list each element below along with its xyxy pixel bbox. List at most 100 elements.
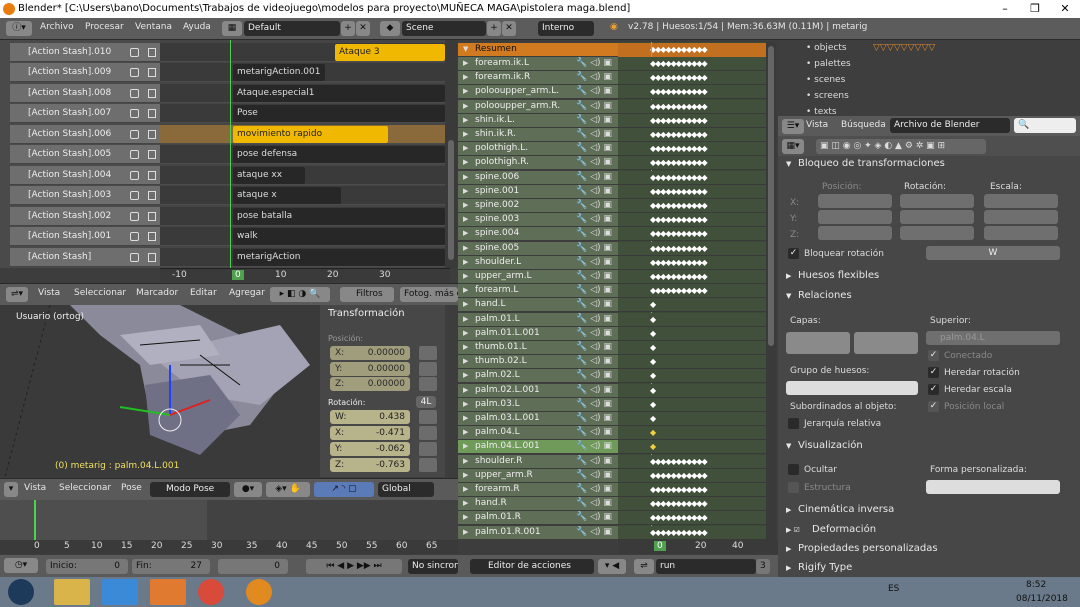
channel-toggle-icons[interactable]: 🔧 ◁) ▣ (576, 455, 612, 468)
lock-scale-y[interactable] (984, 210, 1058, 224)
speaker-icon[interactable] (130, 109, 139, 118)
keyframe-markers[interactable]: ◆ (650, 400, 656, 409)
channel-toggle-icons[interactable]: 🔧 ◁) ▣ (576, 369, 612, 382)
dopesheet-channel[interactable]: ▶ forearm.R 🔧 ◁) ▣ (458, 483, 618, 497)
dopesheet-channel[interactable]: ▶ thumb.02.L 🔧 ◁) ▣ (458, 355, 618, 370)
display-mode-select[interactable]: Archivo de Blender (890, 118, 1010, 133)
expand-icon[interactable]: ▶ (463, 327, 468, 340)
expand-icon[interactable]: ▶ (463, 128, 468, 141)
scene-select[interactable]: Scene (402, 21, 486, 36)
keyframe-markers[interactable]: ◆ (650, 428, 656, 437)
dopesheet-channel[interactable]: ▶ shoulder.R 🔧 ◁) ▣ (458, 454, 618, 469)
minimize-button[interactable]: – (990, 0, 1020, 18)
nla-channel[interactable]: [Action Stash].001 (10, 227, 160, 246)
expand-icon[interactable]: ▶ (463, 398, 468, 411)
menu-agregar[interactable]: Agregar (229, 288, 265, 298)
filters-button[interactable]: Filtros (340, 287, 394, 302)
keyframe-markers[interactable]: ◆◆◆◆◆◆◆◆◆◆◆ (650, 144, 708, 153)
keyframe-markers[interactable]: ◆ (650, 442, 656, 451)
timeline-area[interactable] (0, 500, 458, 540)
expand-icon[interactable]: ▶ (463, 227, 468, 240)
section-visualizacion[interactable]: ▼ Visualización (778, 436, 1068, 456)
expand-icon[interactable]: ▶ (463, 71, 468, 84)
speaker-icon[interactable] (130, 171, 139, 180)
rotation-z-field[interactable]: Z: -0.763 (330, 458, 410, 472)
add-layout-button[interactable]: + (341, 21, 355, 36)
expand-icon[interactable]: ▶ (463, 341, 468, 354)
dopesheet-channel[interactable]: ▶ upper_arm.R 🔧 ◁) ▣ (458, 468, 618, 483)
dopesheet-channel[interactable]: ▶ thumb.01.L 🔧 ◁) ▣ (458, 341, 618, 355)
expand-icon[interactable]: ▶ (463, 100, 468, 113)
expand-icon[interactable]: ▶ (463, 85, 468, 98)
lock-location-y[interactable] (818, 210, 892, 224)
nla-channel[interactable]: [Action Stash] (10, 248, 160, 267)
dopesheet-channel[interactable]: ▶ palm.01.L.001 🔧 ◁) ▣ (458, 326, 618, 341)
expand-icon[interactable]: ▶ (463, 412, 468, 425)
manipulator-buttons[interactable]: ↗ ◝ ▢ (314, 482, 374, 497)
lock-rotation-x[interactable] (900, 194, 974, 208)
expand-icon[interactable]: ▶ (463, 270, 468, 283)
file-explorer-icon[interactable] (54, 579, 90, 605)
lock-rotation-y[interactable] (900, 210, 974, 224)
menu-seleccionar[interactable]: Seleccionar (74, 288, 126, 298)
channel-toggle-icons[interactable]: 🔧 ◁) ▣ (576, 313, 612, 326)
dopesheet-scrollbar[interactable] (766, 42, 776, 542)
keyframe-markers[interactable]: ◆◆◆◆◆◆◆◆◆◆◆ (650, 215, 708, 224)
channel-toggle-icons[interactable]: 🔧 ◁) ▣ (576, 100, 612, 113)
nla-channel[interactable]: [Action Stash].006 (10, 125, 160, 144)
lock-rotation-w[interactable]: W (926, 246, 1060, 260)
expand-icon[interactable]: ▶ (463, 142, 468, 155)
channel-toggle-icons[interactable]: 🔧 ◁) ▣ (576, 526, 612, 539)
rotation-w-field[interactable]: W: 0.438 (330, 410, 410, 424)
close-button[interactable]: ✕ (1050, 0, 1080, 18)
channel-toggle-icons[interactable]: 🔧 ◁) ▣ (576, 213, 612, 226)
channel-toggle-icons[interactable]: 🔧 ◁) ▣ (576, 185, 612, 198)
keyframe-markers[interactable]: ◆◆◆◆◆◆◆◆◆◆◆ (650, 244, 708, 253)
lock-icon[interactable] (148, 68, 156, 77)
keyframe-row[interactable]: ◆◆◆◆◆◆◆◆◆◆◆ (618, 199, 768, 213)
keyframe-row[interactable]: ◆◆◆◆◆◆◆◆◆◆◆ (618, 454, 768, 469)
internet-explorer-icon[interactable] (102, 579, 138, 605)
keyframe-markers[interactable]: ◆◆◆◆◆◆◆◆◆◆◆ (650, 201, 708, 210)
rotation-x-field[interactable]: X: -0.471 (330, 426, 410, 440)
lock-icon[interactable] (148, 171, 156, 180)
keyframe-markers[interactable]: ◆◆◆◆◆◆◆◆◆◆◆ (650, 187, 708, 196)
keyframe-markers[interactable]: ◆◆◆◆◆◆◆◆◆◆◆ (650, 471, 708, 480)
expand-icon[interactable]: ▶ (463, 256, 468, 269)
expand-icon[interactable]: ▶ (463, 440, 468, 453)
dopesheet-channel[interactable]: ▶ palm.04.L 🔧 ◁) ▣ (458, 426, 618, 441)
lock-rotation-z[interactable] (900, 226, 974, 240)
section-propiedades-personalizadas[interactable]: ▶ Propiedades personalizadas (778, 539, 1068, 559)
expand-icon[interactable]: ▶ (463, 114, 468, 127)
current-frame-badge[interactable]: 0 (654, 541, 666, 551)
layout-icon[interactable]: ▦ (222, 21, 242, 36)
editor-type-button[interactable]: ⓘ▾ (6, 21, 32, 36)
channel-toggle-icons[interactable]: 🔧 ◁) ▣ (576, 384, 612, 397)
nla-channel[interactable]: [Action Stash].002 (10, 207, 160, 226)
keyframe-markers[interactable]: ◆◆◆◆◆◆◆◆◆◆◆ (650, 499, 708, 508)
expand-icon[interactable]: ▶ (463, 284, 468, 297)
lock-icon[interactable] (419, 362, 437, 376)
nla-strip[interactable]: ataque x (233, 187, 341, 204)
dopesheet-channel[interactable]: ▶ palm.03.L.001 🔧 ◁) ▣ (458, 412, 618, 426)
speaker-icon[interactable] (130, 150, 139, 159)
editor-type-button[interactable]: ◷▾ (4, 558, 38, 573)
keyframe-row[interactable]: ◆ (618, 369, 768, 384)
keyframe-row[interactable]: ◆◆◆◆◆◆◆◆◆◆◆ (618, 284, 768, 299)
summary-row[interactable]: ▼ Resumen (458, 43, 618, 57)
clock-time[interactable]: 8:52 (1026, 580, 1046, 590)
keyframe-markers[interactable]: ◆◆◆◆◆◆◆◆◆◆◆ (650, 485, 708, 494)
keyframe-row[interactable]: ◆◆◆◆◆◆◆◆◆◆◆ (618, 270, 768, 284)
nla-strip[interactable]: metarigAction.001 (233, 64, 325, 81)
keyframe-row[interactable]: ◆◆◆◆◆◆◆◆◆◆◆ (618, 497, 768, 512)
keyframe-row[interactable]: ◆◆◆◆◆◆◆◆◆◆◆ (618, 525, 768, 540)
lock-icon[interactable] (148, 150, 156, 159)
nla-channel[interactable]: [Action Stash].004 (10, 166, 160, 185)
dopesheet-channel[interactable]: ▶ spine.004 🔧 ◁) ▣ (458, 227, 618, 242)
expand-icon[interactable]: ▶ (463, 171, 468, 184)
expand-icon[interactable]: ▶ (463, 199, 468, 212)
channel-toggle-icons[interactable]: 🔧 ◁) ▣ (576, 469, 612, 482)
sync-select[interactable]: No sincroniz (408, 559, 458, 574)
custom-shape-field[interactable] (926, 480, 1060, 494)
speaker-icon[interactable] (130, 89, 139, 98)
